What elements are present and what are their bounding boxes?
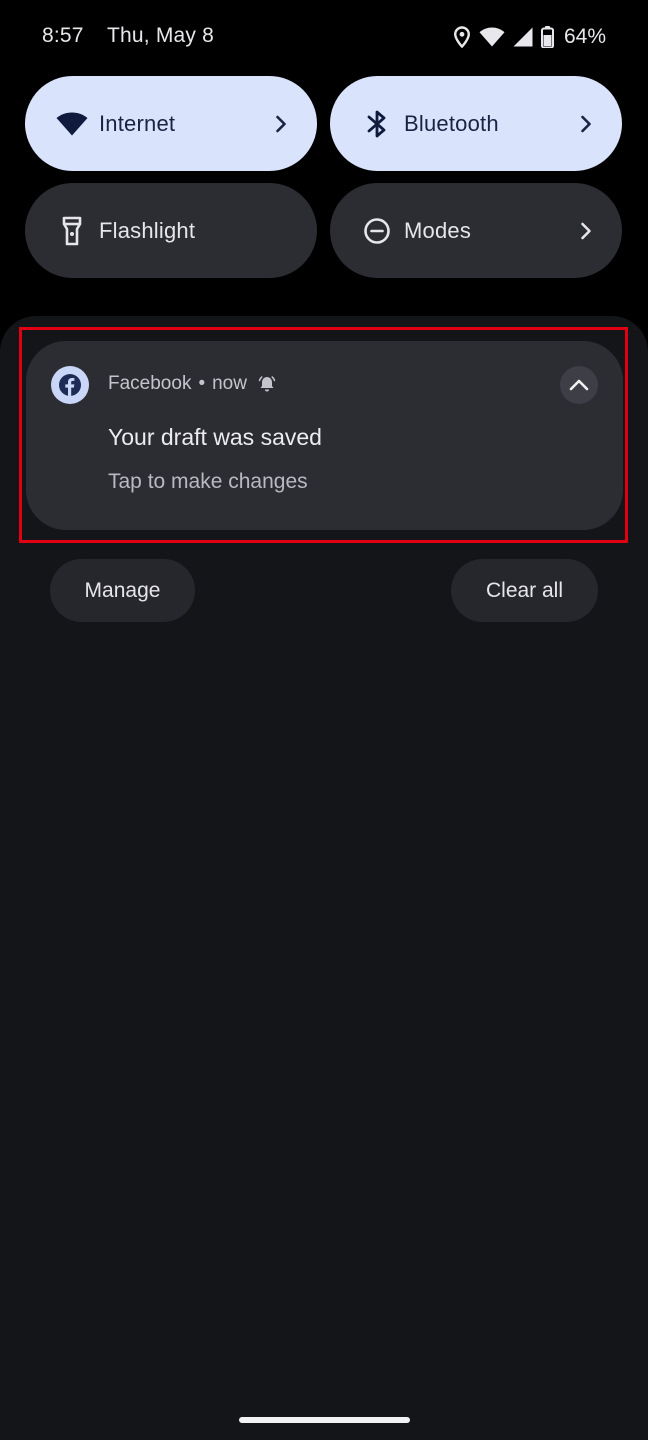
tile-bluetooth-label: Bluetooth xyxy=(404,110,499,136)
wifi-icon xyxy=(55,107,89,141)
notification-shade-screen: 8:57 Thu, May 8 64% Internet Bluetooth F… xyxy=(0,0,648,1440)
tile-internet-label: Internet xyxy=(99,110,176,136)
clear-all-button[interactable]: Clear all xyxy=(451,559,598,622)
gesture-nav-handle[interactable] xyxy=(239,1417,410,1423)
status-icons: 64% xyxy=(453,24,606,50)
bluetooth-icon xyxy=(360,107,394,141)
chevron-right-icon xyxy=(576,221,596,241)
cell-signal-icon xyxy=(513,27,533,47)
chevron-right-icon xyxy=(576,114,596,134)
tile-internet[interactable]: Internet xyxy=(25,76,317,171)
tile-bluetooth[interactable]: Bluetooth xyxy=(330,76,622,171)
tile-flashlight[interactable]: Flashlight xyxy=(25,183,317,278)
do-not-disturb-icon xyxy=(360,214,394,248)
location-icon xyxy=(453,26,471,48)
tile-modes-label: Modes xyxy=(404,217,472,243)
status-time: 8:57 xyxy=(42,24,84,47)
status-bar: 8:57 Thu, May 8 64% xyxy=(0,0,648,76)
tile-flashlight-label: Flashlight xyxy=(99,217,196,243)
tile-modes[interactable]: Modes xyxy=(330,183,622,278)
battery-percent: 64% xyxy=(563,25,606,48)
status-date: Thu, May 8 xyxy=(107,24,215,47)
manage-button[interactable]: Manage xyxy=(50,559,195,622)
highlight-box xyxy=(19,327,628,543)
chevron-right-icon xyxy=(271,114,291,134)
wifi-icon xyxy=(479,27,505,47)
flashlight-icon xyxy=(55,214,89,248)
battery-icon xyxy=(540,26,554,48)
